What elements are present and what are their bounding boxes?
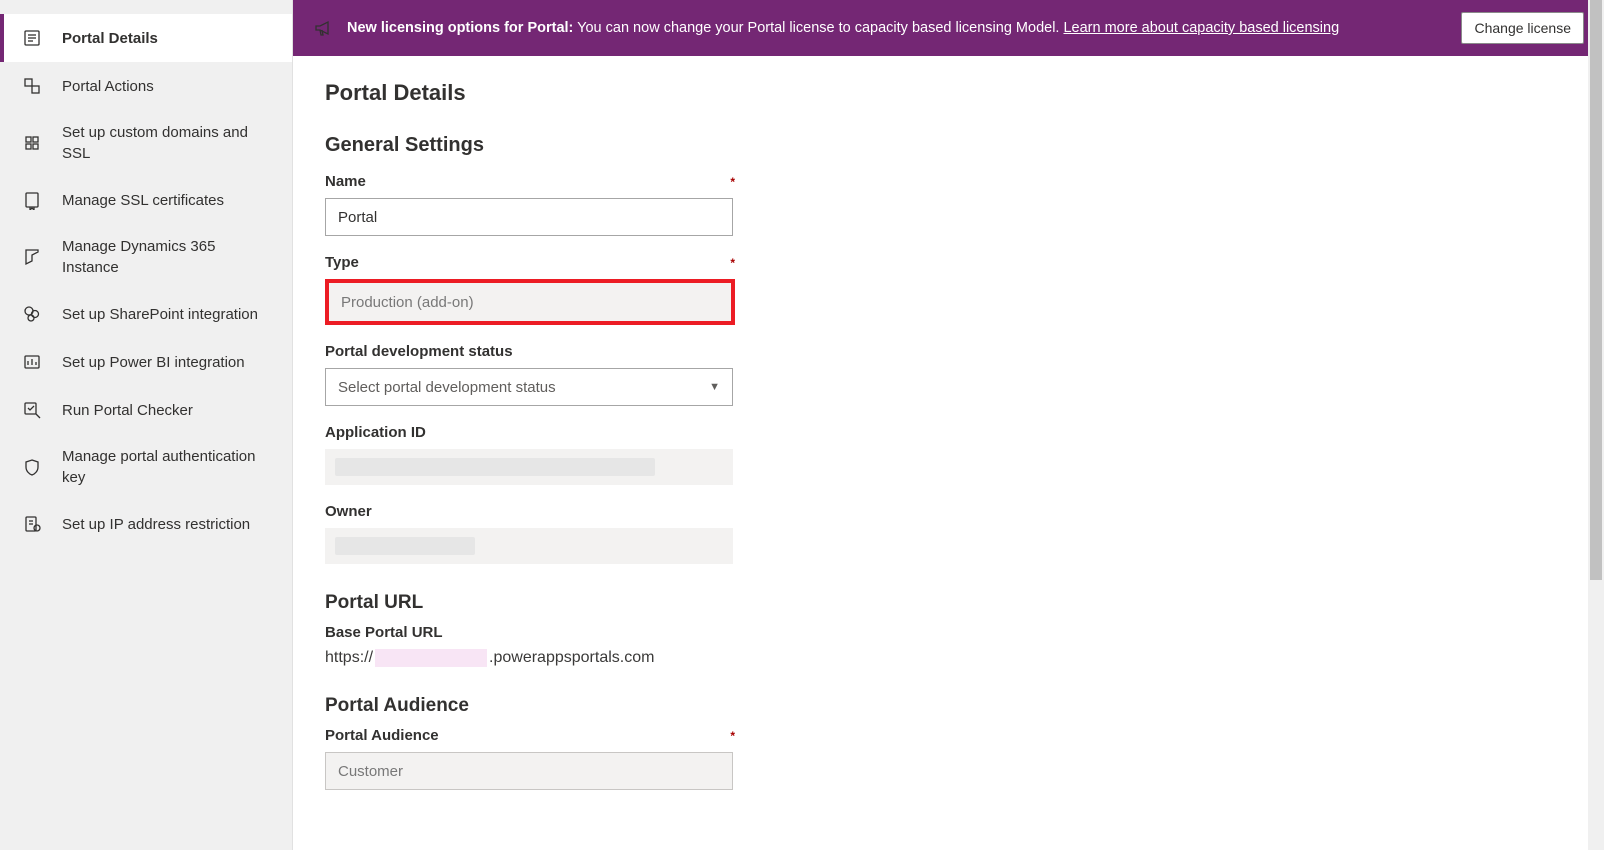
licensing-banner: New licensing options for Portal: You ca… — [293, 0, 1604, 56]
portal-url-title: Portal URL — [325, 592, 1572, 614]
appid-value — [325, 449, 733, 485]
details-icon — [22, 28, 42, 48]
sidebar-item-label: Run Portal Checker — [62, 400, 193, 421]
required-mark: * — [730, 729, 735, 743]
sidebar-item-label: Set up SharePoint integration — [62, 304, 258, 325]
sidebar-item-custom-domains[interactable]: Set up custom domains and SSL — [0, 110, 292, 176]
status-field: Portal development status Select portal … — [325, 343, 735, 406]
sidebar-item-powerbi[interactable]: Set up Power BI integration — [0, 338, 292, 386]
type-input — [329, 283, 731, 321]
audience-label: Portal Audience — [325, 727, 439, 744]
sidebar-item-portal-checker[interactable]: Run Portal Checker — [0, 386, 292, 434]
content: Portal Details General Settings Name * Ty… — [293, 56, 1604, 850]
sidebar-item-label: Portal Actions — [62, 76, 154, 97]
sidebar-item-label: Set up custom domains and SSL — [62, 122, 274, 164]
checker-icon — [22, 400, 42, 420]
url-prefix: https:// — [325, 649, 373, 666]
sidebar-item-label: Manage portal authentication key — [62, 446, 274, 488]
sidebar-item-label: Manage Dynamics 365 Instance — [62, 236, 274, 278]
actions-icon — [22, 76, 42, 96]
type-highlight — [325, 279, 735, 325]
page-title: Portal Details — [325, 80, 1572, 106]
sidebar-item-portal-actions[interactable]: Portal Actions — [0, 62, 292, 110]
status-placeholder: Select portal development status — [338, 379, 556, 396]
main-panel: New licensing options for Portal: You ca… — [293, 0, 1604, 850]
chevron-down-icon: ▼ — [709, 381, 720, 393]
sharepoint-icon — [22, 304, 42, 324]
banner-bold: New licensing options for Portal: — [347, 20, 573, 36]
sidebar-item-label: Portal Details — [62, 28, 158, 49]
sidebar-item-ssl-certificates[interactable]: Manage SSL certificates — [0, 176, 292, 224]
scrollbar[interactable] — [1588, 0, 1604, 850]
certificate-icon — [22, 190, 42, 210]
scrollbar-thumb[interactable] — [1590, 0, 1602, 580]
audience-field: Portal Audience * — [325, 727, 735, 790]
owner-field: Owner — [325, 503, 735, 564]
dynamics-icon — [22, 247, 42, 267]
sidebar-item-label: Set up IP address restriction — [62, 514, 250, 535]
banner-link[interactable]: Learn more about capacity based licensin… — [1063, 20, 1339, 36]
base-url-label: Base Portal URL — [325, 624, 443, 641]
type-label: Type — [325, 254, 359, 271]
globe-icon — [22, 133, 42, 153]
sidebar-item-ip-restriction[interactable]: Set up IP address restriction — [0, 500, 292, 548]
change-license-button[interactable]: Change license — [1461, 12, 1584, 44]
status-label: Portal development status — [325, 343, 513, 360]
sidebar: Portal Details Portal Actions Set up cus… — [0, 0, 293, 850]
powerbi-icon — [22, 352, 42, 372]
owner-label: Owner — [325, 503, 372, 520]
appid-field: Application ID — [325, 424, 735, 485]
name-input[interactable] — [325, 198, 733, 236]
url-suffix: .powerappsportals.com — [489, 649, 654, 666]
portal-audience-title: Portal Audience — [325, 695, 1572, 717]
sidebar-item-label: Manage SSL certificates — [62, 190, 224, 211]
name-label: Name — [325, 173, 366, 190]
required-mark: * — [730, 256, 735, 270]
base-url-value: https:// .powerappsportals.com — [325, 649, 735, 667]
sidebar-item-auth-key[interactable]: Manage portal authentication key — [0, 434, 292, 500]
banner-body: You can now change your Portal license t… — [573, 20, 1063, 36]
sidebar-item-dynamics-instance[interactable]: Manage Dynamics 365 Instance — [0, 224, 292, 290]
audience-input — [325, 752, 733, 790]
sidebar-item-label: Set up Power BI integration — [62, 352, 245, 373]
required-mark: * — [730, 175, 735, 189]
base-url-field: Base Portal URL https:// .powerappsportal… — [325, 624, 735, 667]
megaphone-icon — [313, 18, 333, 38]
sidebar-item-sharepoint[interactable]: Set up SharePoint integration — [0, 290, 292, 338]
appid-label: Application ID — [325, 424, 426, 441]
owner-value — [325, 528, 733, 564]
shield-icon — [22, 457, 42, 477]
ip-restriction-icon — [22, 514, 42, 534]
status-select[interactable]: Select portal development status ▼ — [325, 368, 733, 406]
url-redacted — [375, 649, 487, 667]
general-settings-title: General Settings — [325, 134, 1572, 157]
banner-text: New licensing options for Portal: You ca… — [347, 20, 1441, 36]
type-field: Type * — [325, 254, 735, 325]
name-field: Name * — [325, 173, 735, 236]
sidebar-item-portal-details[interactable]: Portal Details — [0, 14, 292, 62]
